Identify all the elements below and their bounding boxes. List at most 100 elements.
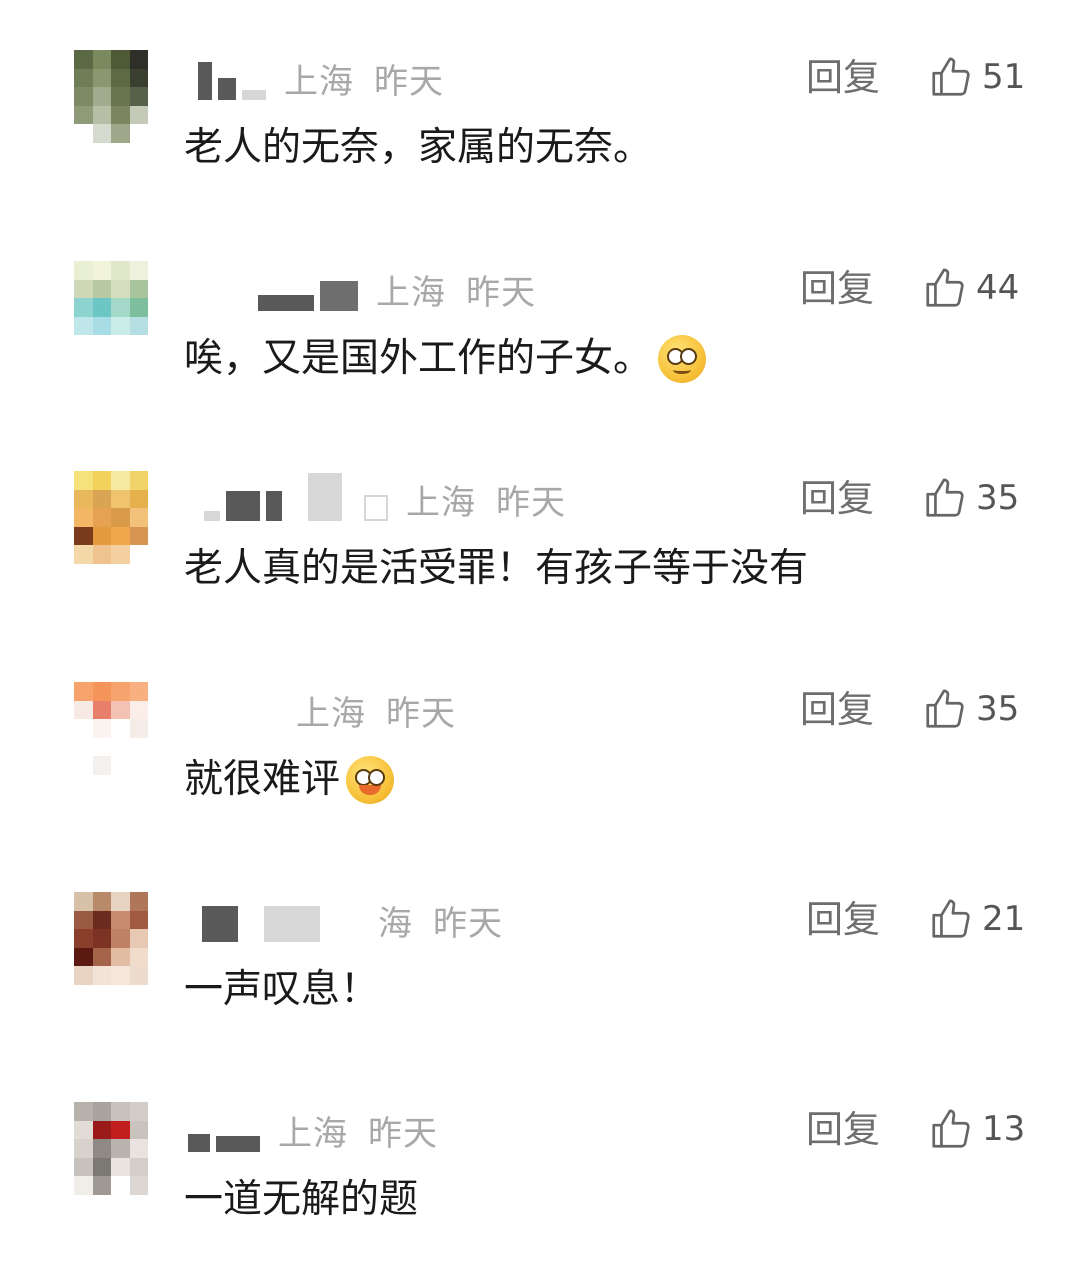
reply-button[interactable]: 回复 <box>800 477 874 521</box>
avatar-pixel <box>92 700 111 720</box>
like-count: 44 <box>976 268 1020 308</box>
avatar-pixel <box>129 489 148 509</box>
reply-button[interactable]: 回复 <box>806 898 880 942</box>
avatar-pixel <box>74 471 93 490</box>
avatar-pixel <box>92 335 111 354</box>
blurred-username[interactable] <box>204 473 394 521</box>
comment-body: 唉，又是国外工作的子女。 <box>184 336 653 381</box>
avatar[interactable] <box>74 892 148 985</box>
like-count: 13 <box>982 1109 1026 1149</box>
avatar-pixel <box>92 279 111 299</box>
like-count: 35 <box>976 478 1020 518</box>
avatar-pixel <box>129 1120 148 1140</box>
avatar-pixel <box>111 87 130 106</box>
avatar-pixel <box>74 719 93 738</box>
comment-location: 上海 <box>296 693 366 734</box>
avatar-pixel <box>74 1102 93 1121</box>
comment-location: 海 <box>378 903 413 944</box>
avatar-pixel <box>129 471 148 490</box>
avatar-pixel <box>74 335 93 354</box>
avatar-pixel <box>111 471 130 490</box>
comment-location: 上海 <box>284 61 354 102</box>
thumbs-up-icon <box>932 57 970 96</box>
avatar-pixel <box>129 1102 148 1121</box>
avatar-pixel <box>92 910 111 930</box>
avatar[interactable] <box>74 682 148 775</box>
avatar-pixel <box>111 892 130 911</box>
avatar-pixel <box>111 489 130 509</box>
avatar-pixel <box>74 892 93 911</box>
comment-item: 上海 昨天 回复 44 唉，又是国外工作的子女。 <box>0 211 1080 421</box>
comment-meta: 上海 昨天 <box>188 1108 438 1154</box>
worried-face-emoji <box>658 335 707 383</box>
avatar-pixel <box>111 508 130 527</box>
avatar[interactable] <box>74 261 148 354</box>
blurred-username[interactable] <box>188 1108 266 1152</box>
avatar-pixel <box>111 910 130 930</box>
avatar-pixel <box>92 756 111 775</box>
avatar-pixel <box>74 526 93 546</box>
comment-text: 老人的无奈，家属的无奈。 <box>184 120 652 176</box>
comment-meta: 海昨天 <box>202 898 503 944</box>
avatar-pixel <box>129 1176 148 1195</box>
avatar-pixel <box>129 68 148 88</box>
avatar-pixel <box>92 719 111 738</box>
reply-button[interactable]: 回复 <box>806 56 880 100</box>
comment-list: 上海 昨天 回复 51 老人的无奈，家属的无奈。 上海 昨天 回复 44 唉，又是国… <box>0 0 1080 1256</box>
avatar-pixel <box>129 124 148 143</box>
thumbs-up-icon <box>932 899 970 938</box>
comment-item: 上海 昨天 回复 13 一道无解的题 <box>0 1052 1080 1262</box>
thumbs-up-icon <box>926 268 964 307</box>
avatar-pixel <box>129 316 148 336</box>
avatar-pixel <box>92 545 111 564</box>
blurred-username[interactable] <box>202 898 326 942</box>
avatar-pixel <box>129 335 148 354</box>
like-button[interactable]: 13 <box>928 1104 1025 1154</box>
comment-body: 老人真的是活受罪！有孩子等于没有 <box>184 546 809 591</box>
like-count: 51 <box>982 57 1026 97</box>
blurred-username[interactable] <box>198 56 272 100</box>
avatar-pixel <box>92 737 111 757</box>
avatar-pixel <box>92 489 111 509</box>
reply-button[interactable]: 回复 <box>806 1108 880 1152</box>
avatar-pixel <box>92 1176 111 1195</box>
comment-item: 海昨天 回复 21 一声叹息！ <box>0 842 1080 1052</box>
avatar-pixel <box>74 124 93 143</box>
comment-time: 昨天 <box>374 61 444 102</box>
avatar-pixel <box>129 682 148 701</box>
avatar-pixel <box>74 50 93 69</box>
comment-meta: 上海 昨天 <box>198 56 444 102</box>
avatar-pixel <box>74 105 93 125</box>
avatar-pixel <box>111 966 130 985</box>
avatar[interactable] <box>74 1102 148 1195</box>
avatar-pixel <box>129 50 148 69</box>
like-button[interactable]: 21 <box>928 894 1025 944</box>
like-button[interactable]: 51 <box>928 52 1025 102</box>
avatar-pixel <box>74 1120 93 1140</box>
avatar-pixel <box>92 1139 111 1158</box>
reply-button[interactable]: 回复 <box>800 688 874 732</box>
comment-location: 上海 <box>278 1113 348 1154</box>
avatar-pixel <box>111 335 130 354</box>
comment-text: 就很难评 <box>184 752 395 808</box>
avatar-pixel <box>74 966 93 985</box>
like-button[interactable]: 35 <box>922 473 1019 523</box>
avatar-pixel <box>129 947 148 967</box>
comment-text: 唉，又是国外工作的子女。 <box>184 331 707 387</box>
comment-time: 昨天 <box>496 482 566 523</box>
blurred-username[interactable] <box>258 267 364 311</box>
like-button[interactable]: 35 <box>922 684 1019 734</box>
avatar-pixel <box>74 1157 93 1177</box>
avatar-pixel <box>74 682 93 701</box>
avatar-pixel <box>92 966 111 985</box>
like-button[interactable]: 44 <box>922 263 1019 313</box>
avatar[interactable] <box>74 50 148 143</box>
avatar-pixel <box>74 68 93 88</box>
avatar-pixel <box>111 261 130 280</box>
avatar-pixel <box>111 526 130 546</box>
avatar-pixel <box>111 124 130 143</box>
reply-button[interactable]: 回复 <box>800 267 874 311</box>
avatar-pixel <box>111 1157 130 1177</box>
avatar[interactable] <box>74 471 148 564</box>
avatar-pixel <box>111 756 130 775</box>
